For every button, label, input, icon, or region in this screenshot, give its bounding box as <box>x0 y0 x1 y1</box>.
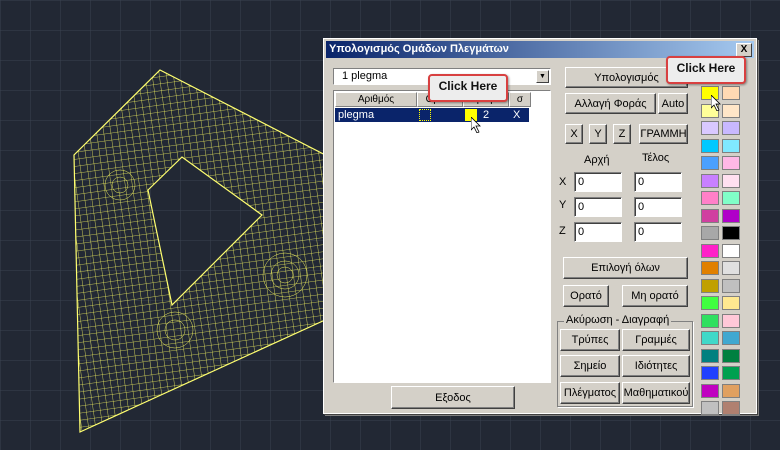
group-select-value: 1 plegma <box>342 70 388 82</box>
color-swatch[interactable] <box>701 208 719 223</box>
color-swatch[interactable] <box>701 138 719 153</box>
color-swatch[interactable] <box>722 261 740 275</box>
group-list[interactable]: Αριθμός Ορατό Χρώμα σ plegma 2 X <box>333 90 551 383</box>
color-swatch[interactable] <box>722 121 740 135</box>
end-x-field[interactable]: 0 <box>634 172 682 192</box>
mouse-pointer-icon <box>711 95 721 111</box>
color-swatch[interactable] <box>701 331 719 345</box>
color-swatch[interactable] <box>701 191 719 205</box>
point-button[interactable]: Σημείο <box>560 355 620 377</box>
start-x-field[interactable]: 0 <box>574 172 622 192</box>
start-label: Αρχή <box>584 154 610 166</box>
line-button[interactable]: ΓΡΑΜΜΗ <box>639 124 688 144</box>
axis-label-z: Z <box>559 225 566 237</box>
y-axis-button[interactable]: Y <box>589 124 607 144</box>
color-swatch[interactable] <box>701 121 719 135</box>
color-swatch[interactable] <box>722 366 740 380</box>
not-visible-button[interactable]: Μη ορατό <box>622 285 688 307</box>
select-all-button[interactable]: Επιλογή όλων <box>563 257 688 279</box>
end-z-field[interactable]: 0 <box>634 222 682 242</box>
end-y-field[interactable]: 0 <box>634 197 682 217</box>
start-z-field[interactable]: 0 <box>574 222 622 242</box>
start-y-field[interactable]: 0 <box>574 197 622 217</box>
color-swatch[interactable] <box>701 278 719 293</box>
color-swatch[interactable] <box>722 191 740 205</box>
lines-button[interactable]: Γραμμές <box>622 329 690 351</box>
math-button[interactable]: Μαθηματικού <box>622 382 690 404</box>
row-mark: X <box>513 109 521 121</box>
table-row[interactable]: plegma 2 X <box>335 108 529 122</box>
color-swatch[interactable] <box>701 261 719 275</box>
axis-label-x: X <box>559 176 567 188</box>
color-swatch[interactable] <box>701 173 719 188</box>
mouse-pointer-icon <box>471 117 481 133</box>
color-swatch[interactable] <box>722 173 740 188</box>
color-swatch[interactable] <box>701 156 719 170</box>
column-header-number[interactable]: Αριθμός <box>335 92 417 107</box>
change-direction-button[interactable]: Αλλαγή Φοράς <box>565 93 656 114</box>
axis-label-y: Y <box>559 199 567 211</box>
chevron-down-icon[interactable]: ▼ <box>536 70 549 83</box>
color-swatch[interactable] <box>701 348 719 363</box>
group-label: Ακύρωση - Διαγραφή <box>564 314 672 326</box>
holes-button[interactable]: Τρύπες <box>560 329 620 351</box>
color-swatch[interactable] <box>701 243 719 258</box>
auto-button[interactable]: Auto <box>658 93 688 114</box>
color-swatch[interactable] <box>701 401 719 415</box>
color-swatch[interactable] <box>722 331 740 345</box>
close-button[interactable]: X <box>736 43 752 57</box>
color-swatch[interactable] <box>701 296 719 310</box>
color-swatch[interactable] <box>722 383 740 398</box>
color-swatch[interactable] <box>722 313 740 328</box>
color-swatch[interactable] <box>722 138 740 153</box>
x-axis-button[interactable]: X <box>565 124 583 144</box>
color-swatch[interactable] <box>722 86 740 100</box>
color-swatch[interactable] <box>722 296 740 310</box>
color-swatch[interactable] <box>722 278 740 293</box>
visible-icon[interactable] <box>419 109 431 121</box>
color-swatch[interactable] <box>722 208 740 223</box>
end-label: Τέλος <box>642 152 670 164</box>
callout-left: Click Here <box>428 74 508 102</box>
color-swatch[interactable] <box>722 401 740 415</box>
callout-right: Click Here <box>666 56 746 84</box>
column-header-sigma[interactable]: σ <box>509 92 531 107</box>
properties-button[interactable]: Ιδιότητες <box>622 355 690 377</box>
color-swatch[interactable] <box>701 366 719 380</box>
color-swatch[interactable] <box>722 226 740 240</box>
color-swatch[interactable] <box>701 313 719 328</box>
color-swatch[interactable] <box>722 243 740 258</box>
color-swatch[interactable] <box>701 383 719 398</box>
z-axis-button[interactable]: Z <box>613 124 631 144</box>
visible-button[interactable]: Ορατό <box>563 285 609 307</box>
row-name: plegma <box>338 109 375 121</box>
color-swatch[interactable] <box>722 348 740 363</box>
row-count: 2 <box>483 109 490 121</box>
color-swatch[interactable] <box>722 156 740 170</box>
color-swatch[interactable] <box>722 103 740 118</box>
exit-button[interactable]: Εξοδος <box>391 386 515 409</box>
color-swatch[interactable] <box>701 226 719 240</box>
mesh-button[interactable]: Πλέγματος <box>560 382 620 404</box>
